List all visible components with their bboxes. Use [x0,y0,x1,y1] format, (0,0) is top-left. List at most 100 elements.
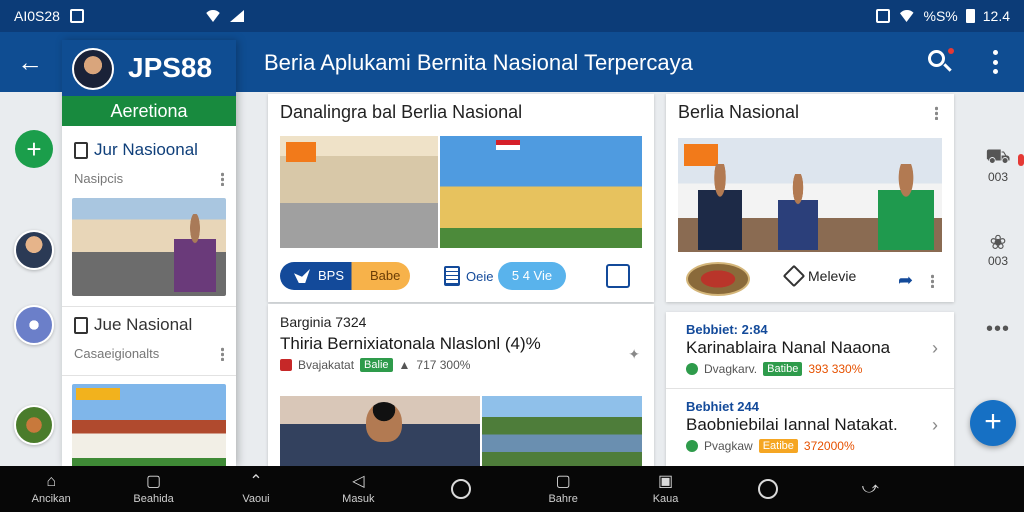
nav-home[interactable]: ⌂ Ancikan [0,466,102,512]
paw-icon: ❀ [989,232,1007,254]
drawer-item[interactable]: Jur Nasioonal [62,132,236,168]
nav-bahre[interactable]: ▢ Bahre [512,466,614,512]
more-vert-icon[interactable] [221,347,224,361]
drawer-subtitle: Casaeigionalts [62,343,236,365]
nav-home-circle[interactable] [410,466,512,512]
square-icon: ▢ [146,473,162,490]
signal-icon [230,10,244,22]
check-icon [686,363,698,375]
nav-vaoui[interactable]: ⌃ Vaoui [205,466,307,512]
avatar[interactable] [14,230,54,270]
news-image[interactable] [280,136,438,248]
add-fab-button[interactable]: + [970,400,1016,446]
back-button[interactable]: ← [14,48,46,76]
right-feed: Berlia Nasional Melevie ➦ Bebbiet: 2:84 … [666,94,954,466]
more-horiz-icon[interactable]: ••• [986,318,1010,341]
arrow-left-icon: ← [17,47,43,77]
news-kicker: Barginia 7324 [280,314,367,330]
nav-beahida[interactable]: ▢ Beahida [102,466,204,512]
wifi-icon [204,10,222,22]
add-button[interactable]: + [15,130,53,168]
caret-up-icon: ⌃ [249,473,263,490]
drawer-tab-active[interactable]: Aeretiona [62,96,236,126]
battery-percent: %S% [923,8,958,24]
check-icon [280,359,292,371]
news-list: Bebbiet: 2:84 Karinablaira Nanal Naaona … [666,312,954,466]
bag-icon: ▣ [657,473,674,490]
status-time: 12.4 [982,8,1010,24]
navigation-drawer: JPS88 Aeretiona Jur Nasioonal Nasipcis J… [62,40,236,466]
list-item[interactable]: Bebhiet 244 Baobniebilai Iannal Natakat.… [666,388,954,462]
avatar[interactable] [14,405,54,445]
share-icon: ⤻ [861,480,879,497]
news-image[interactable] [72,384,226,466]
triangle-left-icon: ◁ [352,473,365,490]
bag-icon [74,141,88,159]
pin-icon[interactable]: ✦ [628,346,640,363]
more-vert-icon[interactable] [221,172,224,186]
bottom-navigation: ⌂ Ancikan ▢ Beahida ⌃ Vaoui ◁ Masuk ▢ Bahre ▣… [0,466,1024,512]
bird-icon [294,269,310,283]
edit-icon[interactable] [606,264,630,288]
news-image[interactable] [72,198,226,296]
rail-item-paw[interactable]: ❀ 003 [980,230,1016,268]
category-chip: Balie [360,358,393,372]
source-pill[interactable]: BPS Babe [280,262,410,290]
drawer-subtitle: Nasipcis [62,168,236,190]
chevron-right-icon[interactable]: › [932,415,938,436]
list-item[interactable]: Bebbiet: 2:84 Karinablaira Nanal Naaona … [666,312,954,386]
status-left-text: AI0S28 [14,8,60,24]
app-title: Beria Aplukami Bernita Nasional Terperca… [264,50,693,75]
thumb-up-icon: ▲ [398,358,411,372]
drawer-item[interactable]: Jue Nasional [62,307,236,343]
source-badge [286,142,316,162]
car-icon: ⛟ [985,146,1011,168]
more-vert-icon[interactable] [931,274,934,288]
heart-icon [782,264,806,288]
chevron-right-icon[interactable]: › [932,338,938,359]
news-image[interactable] [678,138,942,252]
news-image[interactable] [440,136,642,248]
battery-icon [965,9,975,23]
circle-icon [450,479,471,499]
notification-dot [948,48,954,54]
flag-icon [496,140,520,150]
rail-item-car[interactable]: ⛟ 003 [980,146,1016,184]
document-button[interactable]: Oeie [444,262,493,290]
views-pill[interactable]: 5 4 Vie [498,262,566,290]
check-icon [686,440,698,452]
notification-dot [1018,154,1024,166]
avatar[interactable] [72,48,114,90]
more-options-button[interactable] [988,50,1002,74]
news-headline[interactable]: Thiria Bernixiatonala Nlaslonl (4)% [280,334,541,354]
nav-masuk[interactable]: ◁ Masuk [307,466,409,512]
source-badge [684,144,718,166]
home-icon: ⌂ [46,473,57,490]
document-icon [444,266,460,286]
screenshot-icon [69,9,84,23]
source-badge [76,388,120,400]
card-title: Danalingra bal Berlia Nasional [280,102,523,122]
news-meta: Bvajakatat Balie ▲ 717 300% [280,358,470,372]
share-icon[interactable]: ➦ [898,270,913,291]
news-image[interactable] [482,396,642,466]
bag-icon [74,316,88,334]
news-card[interactable]: Berlia Nasional Melevie ➦ [666,94,954,302]
center-feed: Danalingra bal Berlia Nasional BPS Babe … [268,94,654,466]
card-title: Berlia Nasional [678,102,800,122]
wifi-icon [897,10,916,22]
nav-kaua[interactable]: ▣ Kaua [614,466,716,512]
news-card[interactable]: Danalingra bal Berlia Nasional BPS Babe … [268,94,654,302]
square-icon: ▢ [555,473,571,490]
news-image[interactable] [280,396,480,466]
avatar[interactable] [14,305,54,345]
nav-circle[interactable] [717,466,819,512]
news-card[interactable]: Barginia 7324 Thiria Bernixiatonala Nlas… [268,304,654,466]
favorite-button[interactable]: Melevie [782,264,856,288]
search-button[interactable] [926,48,954,76]
status-bar: AI0S28 %S% 12.4 [0,0,1024,32]
more-vert-icon[interactable] [935,106,938,120]
drawer-header: JPS88 [62,40,236,96]
nav-share[interactable]: ⤻ [819,466,921,512]
brand-name: JPS88 [128,52,213,83]
